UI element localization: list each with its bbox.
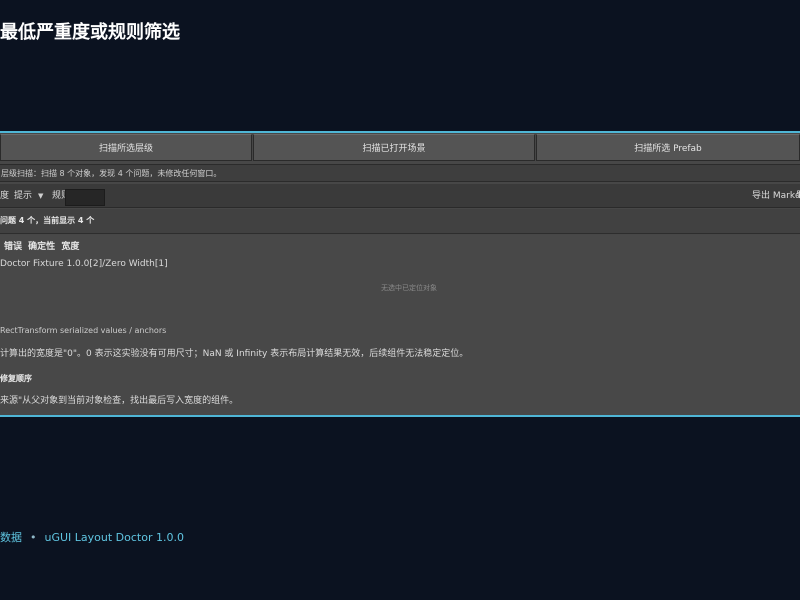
severity-tag: 错误 bbox=[4, 242, 23, 252]
page-title: 最低严重度或规则筛选 bbox=[0, 22, 180, 43]
issue-property-path: RectTransform serialized values / anchor… bbox=[0, 326, 167, 335]
footer: 数据 • uGUI Layout Doctor 1.0.0 bbox=[0, 529, 184, 545]
fix-order-heading: 修复顺序 bbox=[0, 374, 32, 383]
footer-data-link[interactable]: 数据 bbox=[0, 531, 22, 544]
severity-dropdown[interactable]: 提示 ▼ bbox=[14, 184, 48, 208]
export-more-button[interactable]: 导 bbox=[796, 184, 800, 208]
selection-hint: 无选中已定位对象 bbox=[381, 284, 437, 292]
issue-detail-panel[interactable]: 错误 确定性 宽度 Doctor Fixture 1.0.0[2]/Zero W… bbox=[0, 235, 800, 415]
category-tag: 确定性 bbox=[28, 242, 56, 252]
issue-count: 问题 4 个，当前显示 4 个 bbox=[0, 209, 800, 234]
scan-status: 层级扫描：扫描 8 个对象，发现 4 个问题，未修改任何窗口。 bbox=[0, 164, 800, 182]
filter-bar: 度 提示 ▼ 规则 导出 Markdown 导 bbox=[0, 184, 800, 208]
export-markdown-button[interactable]: 导出 Markdown bbox=[752, 184, 800, 208]
footer-product-name: uGUI Layout Doctor 1.0.0 bbox=[44, 531, 184, 544]
dropdown-arrow-icon: ▼ bbox=[38, 192, 44, 200]
issue-tags: 错误 确定性 宽度 bbox=[4, 239, 82, 252]
rule-filter-input[interactable] bbox=[65, 189, 105, 206]
scan-toolbar: 扫描所选层级 扫描已打开场景 扫描所选 Prefab bbox=[0, 134, 800, 162]
layout-doctor-window: 扫描所选层级 扫描已打开场景 扫描所选 Prefab 层级扫描：扫描 8 个对象… bbox=[0, 131, 800, 417]
severity-label: 度 bbox=[0, 191, 10, 201]
scan-open-scenes-button[interactable]: 扫描已打开场景 bbox=[253, 134, 535, 161]
issue-description: 计算出的宽度是"0"。0 表示这实验没有可用尺寸；NaN 或 Infinity … bbox=[0, 349, 469, 359]
fix-source-text: 来源"从父对象到当前对象检查，找出最后写入宽度的组件。 bbox=[0, 396, 239, 406]
scan-prefab-button[interactable]: 扫描所选 Prefab bbox=[535, 134, 800, 161]
scan-hierarchy-button[interactable]: 扫描所选层级 bbox=[0, 134, 253, 161]
separator-dot: • bbox=[30, 531, 37, 544]
rule-tag: 宽度 bbox=[61, 242, 80, 252]
issue-object-path[interactable]: Doctor Fixture 1.0.0[2]/Zero Width[1] bbox=[0, 259, 168, 269]
severity-value: 提示 bbox=[14, 191, 33, 201]
